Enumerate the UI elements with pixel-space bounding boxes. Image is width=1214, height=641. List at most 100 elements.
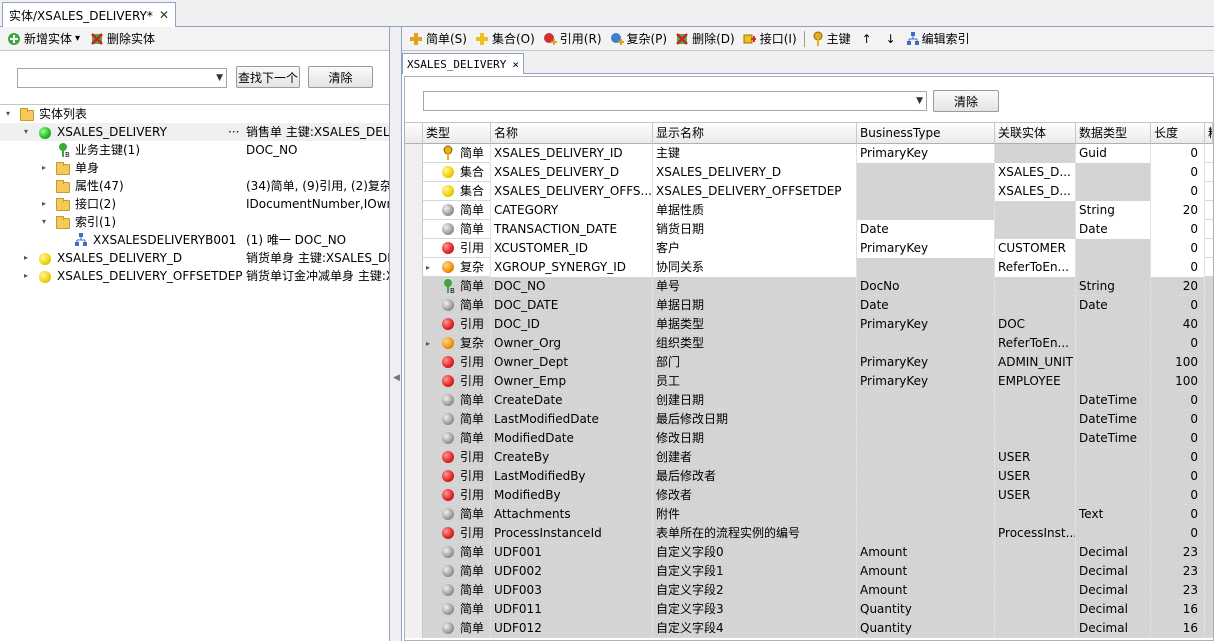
cell-related-entity[interactable] (995, 619, 1076, 638)
cell-business-type[interactable] (857, 524, 995, 543)
tree-item-entity[interactable]: ▸ XSALES_DELIVERY_OFFSETDEP 销货单订金冲减单身 主键… (0, 267, 389, 285)
cell-name[interactable]: XSALES_DELIVERY_D (491, 163, 653, 182)
expand-arrow-icon[interactable]: ▸ (24, 267, 28, 285)
cell-related-entity[interactable]: ADMIN_UNIT (995, 353, 1076, 372)
cell-related-entity[interactable] (995, 220, 1076, 239)
search-combo[interactable]: ▼ (17, 68, 227, 88)
cell-length[interactable]: 0 (1151, 410, 1205, 429)
cell-length[interactable]: 23 (1151, 562, 1205, 581)
cell-name[interactable]: Owner_Dept (491, 353, 653, 372)
cell-data-type[interactable]: String (1076, 277, 1151, 296)
row-selector[interactable] (405, 334, 423, 353)
cell-length[interactable]: 20 (1151, 201, 1205, 220)
table-row[interactable]: 简单 CreateDate 创建日期 DateTime 0 (405, 391, 1213, 410)
cell-data-type[interactable]: String (1076, 201, 1151, 220)
cell-business-type[interactable] (857, 182, 995, 201)
cell-name[interactable]: DOC_NO (491, 277, 653, 296)
cell-display-name[interactable]: 组织类型 (653, 334, 857, 353)
cell-length[interactable]: 0 (1151, 505, 1205, 524)
cell-length[interactable]: 0 (1151, 429, 1205, 448)
row-selector[interactable] (405, 296, 423, 315)
cell-business-type[interactable] (857, 448, 995, 467)
header-business-type[interactable]: BusinessType (857, 123, 995, 144)
row-selector[interactable] (405, 467, 423, 486)
cell-related-entity[interactable]: USER (995, 448, 1076, 467)
cell-name[interactable]: XCUSTOMER_ID (491, 239, 653, 258)
cell-related-entity[interactable] (995, 391, 1076, 410)
add-complex-button[interactable]: 复杂(P) (607, 29, 671, 49)
cell-name[interactable]: TRANSACTION_DATE (491, 220, 653, 239)
tree-item-indexes[interactable]: ▾ 索引(1) (0, 213, 389, 231)
cell-display-name[interactable]: 创建日期 (653, 391, 857, 410)
cell-display-name[interactable]: 最后修改日期 (653, 410, 857, 429)
tree-root[interactable]: ▾ 实体列表 (0, 105, 389, 123)
cell-data-type[interactable]: DateTime (1076, 410, 1151, 429)
cell-display-name[interactable]: 协同关系 (653, 258, 857, 277)
cell-data-type[interactable]: Date (1076, 296, 1151, 315)
cell-name[interactable]: CreateDate (491, 391, 653, 410)
delete-entity-button[interactable]: 删除实体 (87, 29, 158, 49)
cell-related-entity[interactable]: EMPLOYEE (995, 372, 1076, 391)
cell-data-type[interactable] (1076, 334, 1151, 353)
row-selector[interactable] (405, 220, 423, 239)
cell-related-entity[interactable] (995, 543, 1076, 562)
cell-name[interactable]: DOC_ID (491, 315, 653, 334)
row-selector[interactable] (405, 182, 423, 201)
cell-related-entity[interactable] (995, 277, 1076, 296)
cell-related-entity[interactable]: USER (995, 467, 1076, 486)
cell-display-name[interactable]: 单据性质 (653, 201, 857, 220)
tree-item-entity[interactable]: ▸ XSALES_DELIVERY_D 销货单身 主键:XSALES_DELIV… (0, 249, 389, 267)
cell-business-type[interactable] (857, 410, 995, 429)
filter-combo[interactable]: ▼ (423, 91, 927, 111)
table-row[interactable]: 简单 CATEGORY 单据性质 String 20 (405, 201, 1213, 220)
cell-display-name[interactable]: 单号 (653, 277, 857, 296)
table-row[interactable]: 简单 XSALES_DELIVERY_ID 主键 PrimaryKey Guid 0 (405, 144, 1213, 163)
table-row[interactable]: 引用 ProcessInstanceId 表单所在的流程实例的编号 ProcessIn… (405, 524, 1213, 543)
cell-name[interactable]: ProcessInstanceId (491, 524, 653, 543)
table-row[interactable]: 引用 ModifiedBy 修改者 USER 0 (405, 486, 1213, 505)
cell-display-name[interactable]: 自定义字段4 (653, 619, 857, 638)
header-type[interactable]: 类型 (423, 123, 491, 144)
row-selector[interactable] (405, 258, 423, 277)
cell-related-entity[interactable]: USER (995, 486, 1076, 505)
cell-name[interactable]: UDF011 (491, 600, 653, 619)
table-row[interactable]: 引用 CreateBy 创建者 USER 0 (405, 448, 1213, 467)
add-reference-button[interactable]: 引用(R) (540, 29, 605, 49)
table-row[interactable]: 引用 XCUSTOMER_ID 客户 PrimaryKey CUSTOMER 0 (405, 239, 1213, 258)
cell-related-entity[interactable] (995, 429, 1076, 448)
cell-related-entity[interactable] (995, 296, 1076, 315)
cell-data-type[interactable]: Guid (1076, 144, 1151, 163)
document-tab[interactable]: 实体/XSALES_DELIVERY* ✕ (2, 2, 176, 27)
add-entity-button[interactable]: 新增实体 ▾ (4, 29, 83, 49)
cell-business-type[interactable]: PrimaryKey (857, 353, 995, 372)
cell-length[interactable]: 40 (1151, 315, 1205, 334)
row-selector[interactable] (405, 505, 423, 524)
cell-length[interactable]: 0 (1151, 524, 1205, 543)
primary-key-button[interactable]: 主键 (809, 29, 854, 49)
edit-index-button[interactable]: 编辑索引 (904, 29, 973, 49)
cell-display-name[interactable]: 自定义字段3 (653, 600, 857, 619)
close-icon[interactable]: × (512, 58, 519, 71)
cell-length[interactable]: 0 (1151, 182, 1205, 201)
cell-name[interactable]: CreateBy (491, 448, 653, 467)
collapse-arrow-icon[interactable]: ▾ (42, 213, 46, 231)
header-precision[interactable]: 精度 (1205, 123, 1213, 144)
table-row[interactable]: 引用 LastModifiedBy 最后修改者 USER 0 (405, 467, 1213, 486)
cell-display-name[interactable]: 最后修改者 (653, 467, 857, 486)
cell-length[interactable]: 16 (1151, 600, 1205, 619)
cell-display-name[interactable]: 客户 (653, 239, 857, 258)
cell-business-type[interactable] (857, 201, 995, 220)
cell-related-entity[interactable] (995, 600, 1076, 619)
cell-related-entity[interactable]: DOC (995, 315, 1076, 334)
cell-business-type[interactable]: Quantity (857, 619, 995, 638)
cell-display-name[interactable]: 修改者 (653, 486, 857, 505)
collapse-arrow-icon[interactable]: ▾ (24, 123, 28, 141)
cell-business-type[interactable] (857, 486, 995, 505)
table-row[interactable]: 简单 ModifiedDate 修改日期 DateTime 0 (405, 429, 1213, 448)
table-row[interactable]: 简单 UDF003 自定义字段2 Amount Decimal 23 (405, 581, 1213, 600)
cell-data-type[interactable]: Decimal (1076, 600, 1151, 619)
cell-name[interactable]: UDF012 (491, 619, 653, 638)
cell-related-entity[interactable] (995, 505, 1076, 524)
cell-display-name[interactable]: 部门 (653, 353, 857, 372)
cell-data-type[interactable]: Decimal (1076, 581, 1151, 600)
